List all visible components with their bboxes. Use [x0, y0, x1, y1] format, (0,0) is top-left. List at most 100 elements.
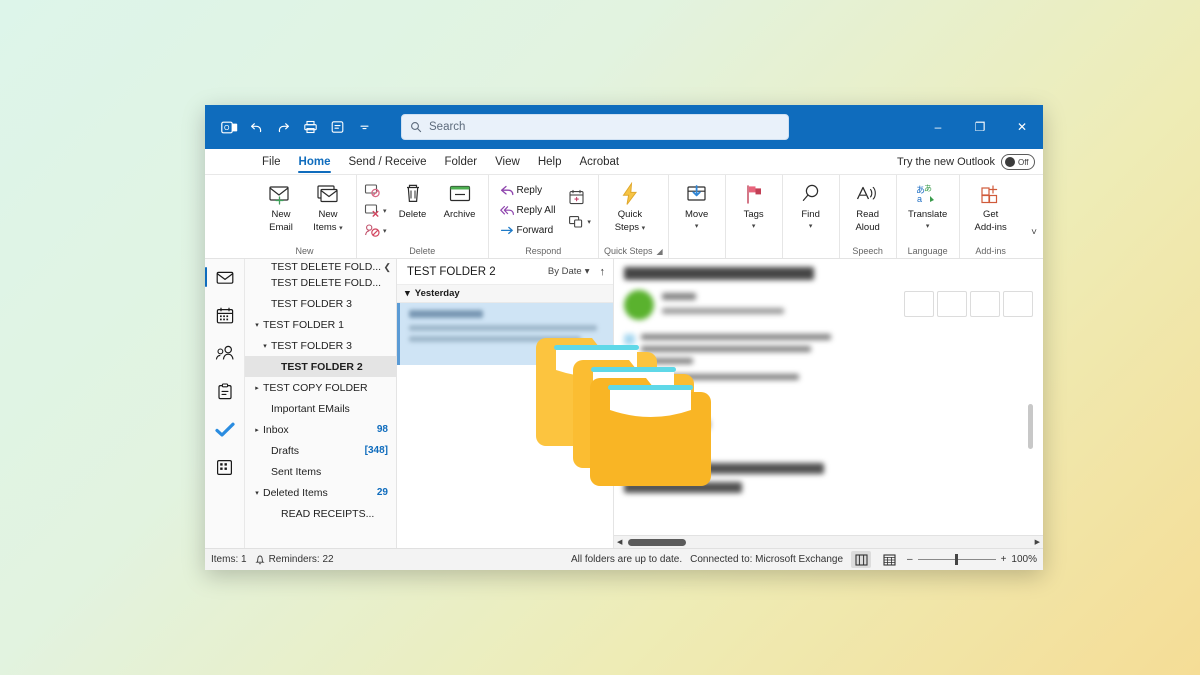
junk-button[interactable]: ▾ [362, 221, 389, 240]
message-group-header[interactable]: ▾ Yesterday [397, 285, 613, 303]
reading-pane-horizontal-scrollbar[interactable]: ◀ ▶ [614, 535, 1043, 548]
folder-item-test-delete-folder-a[interactable]: TEST DELETE FOLD... [245, 261, 396, 272]
more-actions-button[interactable] [1003, 291, 1033, 317]
touch-mode-icon[interactable] [325, 115, 349, 139]
reading-pane-vertical-scrollbar[interactable] [1028, 404, 1033, 449]
reminders[interactable]: Reminders: 22 [254, 554, 334, 565]
redo-icon[interactable] [271, 115, 295, 139]
folder-item-inbox[interactable]: ▸ Inbox 98 [245, 419, 396, 440]
scrollbar-thumb[interactable] [628, 538, 687, 546]
folder-item-drafts[interactable]: Drafts [348] [245, 440, 396, 461]
meeting-button[interactable] [566, 187, 593, 206]
new-email-line2: Email [269, 222, 293, 233]
folder-item-test-delete-folder-b[interactable]: TEST DELETE FOLD... [245, 272, 396, 293]
chevron-right-icon[interactable]: ▸ [251, 426, 263, 434]
undo-icon[interactable] [244, 115, 268, 139]
tab-home[interactable]: Home [290, 149, 340, 174]
folder-item-test-folder-1[interactable]: ▾ TEST FOLDER 1 [245, 314, 396, 335]
table-row[interactable] [397, 303, 613, 365]
clean-up-button[interactable]: ▾ [362, 201, 389, 220]
scroll-left-icon[interactable]: ◀ [617, 538, 622, 546]
tab-send-receive[interactable]: Send / Receive [339, 149, 435, 174]
arrow-up-icon[interactable]: ↑ [600, 266, 606, 278]
zoom-out-button[interactable]: – [907, 554, 913, 565]
nav-calendar[interactable] [210, 301, 240, 329]
read-aloud-button[interactable]: Read Aloud [845, 179, 891, 235]
move-button[interactable]: Move ▾ [674, 179, 720, 232]
ignore-button[interactable] [362, 181, 389, 200]
chevron-down-icon: ▾ [339, 225, 343, 232]
close-button[interactable]: ✕ [1001, 105, 1043, 149]
forward-action-button[interactable] [970, 291, 1000, 317]
zoom-knob[interactable] [955, 554, 959, 565]
reading-view-icon[interactable] [879, 551, 899, 568]
chevron-right-icon[interactable]: ▸ [251, 384, 263, 392]
tab-folder[interactable]: Folder [435, 149, 486, 174]
translate-label: Translate [908, 209, 948, 220]
delete-label: Delete [398, 209, 427, 220]
nav-people[interactable] [210, 339, 240, 367]
forward-button[interactable]: Forward [498, 221, 558, 240]
normal-view-icon[interactable] [851, 551, 872, 568]
chevron-down-icon[interactable]: ▾ [259, 342, 271, 350]
nav-todo[interactable] [210, 415, 240, 443]
folder-item-test-folder-3-nested[interactable]: ▾ TEST FOLDER 3 [245, 335, 396, 356]
reading-pane[interactable]: ◀ ▶ [614, 259, 1043, 548]
folder-item-test-folder-2[interactable]: TEST FOLDER 2 [245, 356, 396, 377]
nav-more-apps[interactable] [210, 453, 240, 481]
search-input[interactable]: Search [401, 114, 789, 140]
new-outlook-toggle[interactable]: Off [1001, 154, 1035, 170]
find-button[interactable]: Find ▾ [788, 179, 834, 232]
reply-all-arrow-icon [499, 205, 514, 215]
folder-item-deleted-items[interactable]: ▾ Deleted Items 29 [245, 482, 396, 503]
sort-by-button[interactable]: By Date ▾ [548, 266, 590, 277]
reply-action-button[interactable] [904, 291, 934, 317]
tags-button[interactable]: Tags ▾ [731, 179, 777, 232]
magnifier-icon [800, 181, 822, 207]
try-new-outlook[interactable]: Try the new Outlook Off [897, 149, 1035, 175]
folder-item-read-receipts[interactable]: READ RECEIPTS... [245, 503, 396, 524]
tab-acrobat[interactable]: Acrobat [570, 149, 628, 174]
reply-all-action-button[interactable] [937, 291, 967, 317]
ribbon-group-new-label: New [295, 246, 314, 256]
minimize-button[interactable]: – [917, 105, 959, 149]
zoom-in-button[interactable]: + [1001, 554, 1007, 565]
delete-button[interactable]: Delete [390, 179, 436, 222]
folder-item-test-folder-3-top[interactable]: TEST FOLDER 3 [245, 293, 396, 314]
toggle-state-label: Off [1018, 157, 1029, 167]
outlook-icon[interactable]: O [217, 115, 241, 139]
tab-view[interactable]: View [486, 149, 529, 174]
customize-qat-icon[interactable] [352, 115, 376, 139]
zoom-slider[interactable]: – + 100% [907, 554, 1037, 565]
reply-all-button[interactable]: Reply All [498, 201, 558, 220]
folder-item-important-emails[interactable]: Important EMails [245, 398, 396, 419]
quick-steps-button[interactable]: Quick Steps ▾ [604, 179, 656, 236]
new-email-button[interactable]: New Email [258, 179, 304, 235]
chevron-down-icon[interactable]: ▾ [251, 489, 263, 497]
archive-button[interactable]: Archive [437, 179, 483, 222]
message-list: TEST FOLDER 2 By Date ▾ ↑ ▾ Yesterday [397, 259, 614, 548]
new-items-button[interactable]: New Items ▾ [305, 179, 351, 236]
maximize-button[interactable]: ❐ [959, 105, 1001, 149]
folder-item-sent-items[interactable]: Sent Items [245, 461, 396, 482]
tab-file[interactable]: File [253, 149, 290, 174]
scroll-right-icon[interactable]: ▶ [1035, 538, 1040, 546]
chevron-down-icon[interactable]: ▾ [251, 321, 263, 329]
ribbon: New Email New Items ▾ New ▾ ▾ Delete Arc… [205, 175, 1043, 259]
quick-steps-dialog-launcher[interactable]: ◢ [656, 247, 662, 256]
get-add-ins-button[interactable]: Get Add-ins [965, 179, 1017, 235]
collapse-ribbon-button[interactable]: ˅ [1031, 227, 1037, 238]
folder-item-test-copy-folder[interactable]: ▸ TEST COPY FOLDER [245, 377, 396, 398]
sync-status: All folders are up to date. [570, 554, 683, 565]
tab-help[interactable]: Help [529, 149, 571, 174]
nav-tasks[interactable] [210, 377, 240, 405]
folder-label: TEST FOLDER 2 [281, 360, 363, 373]
zoom-track[interactable] [917, 554, 996, 565]
zoom-level-label[interactable]: 100% [1011, 554, 1037, 565]
print-icon[interactable] [298, 115, 322, 139]
nav-mail[interactable] [205, 263, 240, 291]
translate-button[interactable]: ああa Translate ▾ [902, 179, 954, 232]
more-respond-button[interactable]: ▾ [566, 212, 593, 231]
reply-button[interactable]: Reply [498, 181, 558, 200]
respond-buttons: Reply Reply All Forward [494, 179, 558, 240]
